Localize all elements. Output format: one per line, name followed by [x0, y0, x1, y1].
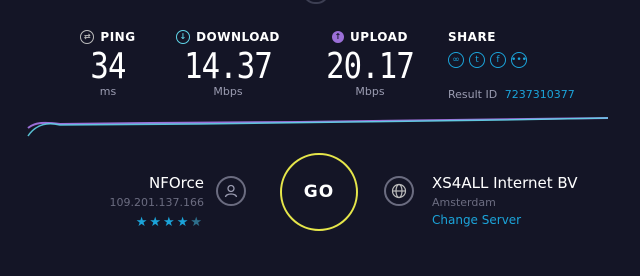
twitter-icon[interactable]: t	[469, 52, 485, 68]
rating-star-icon[interactable]: ★	[190, 215, 204, 230]
globe-icon	[384, 176, 414, 206]
server-info: XS4ALL Internet BV Amsterdam Change Serv…	[432, 174, 578, 227]
download-label: DOWNLOAD	[196, 30, 280, 44]
rating-star-icon[interactable]: ★	[163, 215, 177, 230]
upload-value: 20.17	[326, 46, 415, 87]
server-name: XS4ALL Internet BV	[432, 174, 578, 192]
ping-value: 34	[90, 46, 126, 87]
server-location: Amsterdam	[432, 196, 496, 209]
result-id: Result ID 7237310377	[448, 88, 575, 101]
download-graph-line	[27, 117, 609, 137]
ping-label: PING	[100, 30, 136, 44]
download-value: 14.37	[184, 46, 273, 87]
download-arrow-icon: ↓	[176, 30, 191, 44]
rating-star-icon[interactable]: ★	[177, 215, 191, 230]
go-button[interactable]: GO	[280, 153, 358, 231]
isp-name: NFOrce	[149, 174, 204, 192]
upload-arrow-icon: ↑	[332, 31, 345, 43]
user-icon	[216, 176, 246, 206]
ping-icon: ⇄	[80, 30, 95, 44]
upload-metric: ↑ UPLOAD 20.17 Mbps	[318, 30, 422, 98]
result-id-label: Result ID	[448, 88, 498, 101]
facebook-icon[interactable]: f	[490, 52, 506, 68]
isp-rating[interactable]: ★★★★★	[110, 215, 204, 230]
result-id-link[interactable]: 7237310377	[505, 88, 575, 101]
isp-ip: 109.201.137.166	[109, 196, 204, 209]
upload-label: UPLOAD	[350, 30, 408, 44]
rating-star-icon[interactable]: ★	[136, 215, 150, 230]
change-server-link[interactable]: Change Server	[432, 213, 578, 227]
link-icon[interactable]: ∞	[448, 52, 464, 68]
share-label: SHARE	[448, 30, 496, 44]
rating-star-icon[interactable]: ★	[149, 215, 163, 230]
ping-metric: ⇄ PING 34 ms	[78, 30, 138, 98]
speed-graph	[27, 117, 609, 137]
top-notch-decoration	[303, 0, 329, 4]
isp-info: NFOrce 109.201.137.166 ★★★★★	[110, 174, 204, 230]
download-metric: ↓ DOWNLOAD 14.37 Mbps	[176, 30, 280, 98]
more-icon[interactable]: •••	[511, 52, 527, 68]
share-section: SHARE ∞ t f •••	[448, 30, 527, 68]
